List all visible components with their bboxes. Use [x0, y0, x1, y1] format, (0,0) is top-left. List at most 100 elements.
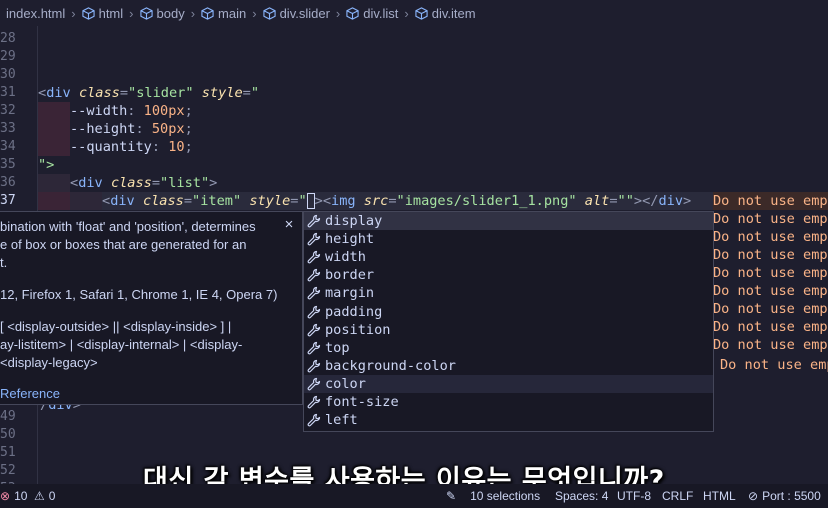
- suggestion-item-border[interactable]: border: [304, 266, 713, 284]
- code-line-36[interactable]: <div class="list">: [38, 174, 217, 192]
- code-line-31[interactable]: <div class="slider" style=": [38, 84, 259, 102]
- wrench-icon: [307, 286, 321, 300]
- warnings-count: 0: [48, 489, 56, 503]
- wrench-icon: [307, 413, 321, 427]
- port-label: Port : 5500: [762, 489, 821, 503]
- token: --quantity: [70, 139, 152, 155]
- token: "item": [192, 193, 242, 209]
- doc-line: t.: [0, 255, 8, 270]
- doc-line: e of box or boxes that are generated for…: [0, 237, 247, 252]
- breadcrumb-item-list[interactable]: div.list: [346, 6, 398, 21]
- breadcrumb-item-body[interactable]: body: [139, 6, 185, 21]
- token: class: [142, 193, 184, 209]
- chevron-right-icon: ›: [335, 5, 341, 21]
- chevron-right-icon: ›: [129, 5, 134, 21]
- suggestion-item-left[interactable]: left: [304, 411, 713, 429]
- indent-guide: [38, 102, 70, 120]
- chevron-right-icon: ›: [404, 5, 409, 21]
- suggestion-item-display[interactable]: display: [304, 212, 713, 230]
- breadcrumb-label: html: [98, 5, 124, 21]
- suggestion-label: display: [325, 213, 383, 229]
- suggestion-item-width[interactable]: width: [304, 248, 713, 266]
- breadcrumb-item-slider[interactable]: div.slider: [262, 5, 330, 21]
- indentation-indicator[interactable]: Spaces: 4: [555, 484, 608, 508]
- token: style: [249, 193, 291, 209]
- token: ;: [184, 121, 193, 137]
- inline-warning: Do not use empty: [713, 265, 828, 281]
- token: div: [658, 193, 684, 209]
- encoding-indicator[interactable]: UTF-8: [617, 484, 651, 508]
- indent-guide: [38, 138, 70, 156]
- breadcrumb-item-file[interactable]: index.html: [6, 6, 65, 21]
- code-line-33[interactable]: --height: 50px;: [38, 120, 193, 138]
- token: class: [110, 175, 152, 191]
- text-cursor: [306, 193, 315, 209]
- wrench-icon: [307, 214, 321, 228]
- wrench-icon: [307, 377, 321, 391]
- breadcrumb-label: div.slider: [279, 5, 330, 21]
- no-entry-icon: ⊘: [748, 489, 759, 503]
- suggestion-item-margin[interactable]: margin: [304, 284, 713, 302]
- suggestion-item-padding[interactable]: padding: [304, 303, 713, 321]
- breadcrumb-label: div.item: [431, 5, 476, 21]
- code-line-34[interactable]: --quantity: 10;: [38, 138, 193, 156]
- token: =: [119, 85, 129, 101]
- token: div: [46, 85, 71, 101]
- cube-icon: [201, 6, 214, 20]
- chevron-right-icon: ›: [252, 5, 257, 21]
- token: src: [363, 193, 389, 209]
- token: =: [151, 175, 161, 191]
- token: :: [151, 139, 169, 155]
- status-bar: ⊗ 10 ⚠ 0 ✎ 10 selections Spaces: 4 UTF-8…: [0, 484, 828, 508]
- breadcrumb-item-item[interactable]: div.item: [415, 6, 476, 21]
- line-number: 52: [0, 463, 16, 478]
- indent-guide: [38, 192, 70, 210]
- eol-indicator[interactable]: CRLF: [662, 484, 693, 508]
- token: 10: [168, 139, 185, 155]
- wrench-icon: [307, 323, 321, 337]
- token: >: [683, 193, 692, 209]
- suggestion-item-color[interactable]: color: [304, 374, 713, 393]
- code-line-37[interactable]: <div class="item" style=" ><img src="imag…: [38, 192, 713, 210]
- suggestion-label: left: [325, 412, 358, 429]
- inline-warning: Do not use empty: [713, 211, 828, 227]
- token: ": [250, 85, 260, 101]
- selections-count: 10 selections: [470, 489, 541, 503]
- breadcrumb-item-main[interactable]: main: [201, 6, 246, 21]
- token: class: [78, 85, 120, 101]
- errors-indicator[interactable]: ⊗ 10: [0, 484, 27, 508]
- inline-warning: Do not use empty: [713, 229, 828, 245]
- language-mode-indicator[interactable]: HTML: [703, 484, 736, 508]
- suggestion-item-background-color[interactable]: background-color: [304, 357, 713, 375]
- error-icon: ⊗: [0, 489, 11, 503]
- suggestion-item-position[interactable]: position: [304, 321, 713, 339]
- chevron-right-icon: ›: [71, 5, 76, 21]
- wrench-icon: [307, 250, 321, 264]
- breadcrumb-item-html[interactable]: html: [81, 5, 124, 21]
- suggestion-item-top[interactable]: top: [304, 339, 713, 357]
- token: img: [331, 193, 356, 209]
- mdn-reference-link[interactable]: Reference: [0, 385, 60, 403]
- autocomplete-suggestions[interactable]: display height width border margin padding pos…: [303, 211, 714, 432]
- token: ;: [184, 139, 193, 155]
- suggestion-item-font-size[interactable]: font-size: [304, 393, 713, 411]
- line-number: 49: [0, 409, 16, 424]
- line-number: 51: [0, 445, 16, 460]
- wrench-icon: [307, 232, 321, 246]
- code-line-32[interactable]: --width: 100px;: [38, 102, 193, 120]
- warnings-indicator[interactable]: ⚠ 0: [34, 484, 55, 508]
- suggestion-label: top: [325, 339, 350, 356]
- cube-icon: [139, 6, 153, 20]
- live-server-port[interactable]: ⊘ Port : 5500: [748, 484, 821, 508]
- suggestion-item-height[interactable]: height: [304, 230, 713, 248]
- token: "images/slider1_1.png": [396, 193, 577, 209]
- token: <: [322, 193, 332, 209]
- selections-indicator[interactable]: ✎ 10 selections: [446, 484, 540, 508]
- breadcrumb-label: main: [218, 5, 247, 21]
- indent-guide: [70, 192, 102, 210]
- suggestion-label: background-color: [325, 357, 456, 374]
- line-number: 36: [0, 175, 16, 190]
- code-line-35[interactable]: ">: [38, 156, 54, 174]
- token: style: [201, 85, 243, 101]
- close-icon[interactable]: ×: [282, 217, 296, 232]
